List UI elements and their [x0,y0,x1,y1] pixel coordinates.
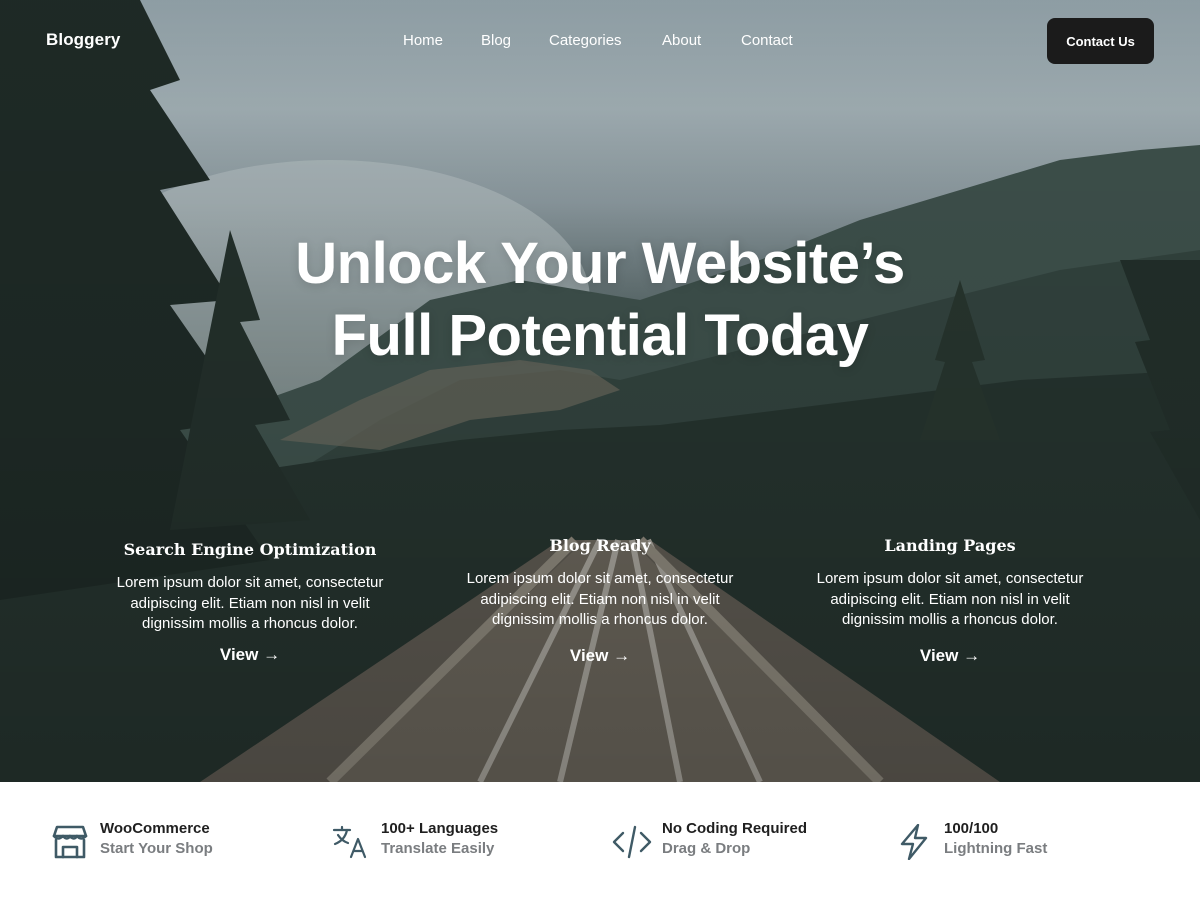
nav-item-about[interactable]: About [662,32,701,49]
hero-title-line1: Unlock Your Website’s [295,231,905,296]
feature-description: Lorem ipsum dolor sit amet, consectetur … [466,570,734,628]
highlights-bar: WooCommerce Start Your Shop 100+ Languag… [0,782,1200,900]
main-nav: Home Blog Categories About Contact [0,32,1200,52]
highlight-subtitle: Translate Easily [381,840,495,857]
code-icon [612,825,652,859]
feature-card-blog-ready: Blog Ready Lorem ipsum dolor sit amet, c… [450,536,750,666]
highlight-title: 100/100 [944,820,999,837]
highlight-subtitle: Start Your Shop [100,840,213,857]
store-icon [52,825,88,859]
nav-item-blog[interactable]: Blog [481,32,511,49]
highlight-subtitle: Drag & Drop [662,840,751,857]
view-link[interactable]: View → [220,645,280,665]
contact-us-button[interactable]: Contact Us [1047,18,1154,64]
feature-description: Lorem ipsum dolor sit amet, consectetur … [816,570,1084,628]
translate-icon [332,825,367,859]
feature-card-landing-pages: Landing Pages Lorem ipsum dolor sit amet… [800,536,1100,666]
nav-item-contact[interactable]: Contact [741,32,793,49]
highlight-title: 100+ Languages [381,820,499,837]
lightning-icon [900,824,928,860]
feature-title: Search Engine Optimization [123,540,377,559]
hero-title-line2: Full Potential Today [331,303,869,368]
feature-description: Lorem ipsum dolor sit amet, consectetur … [116,574,384,632]
view-link[interactable]: View → [570,646,630,666]
nav-item-categories[interactable]: Categories [549,32,622,49]
nav-item-home[interactable]: Home [403,32,443,49]
feature-title: Landing Pages [884,536,1016,555]
feature-card-seo: Search Engine Optimization Lorem ipsum d… [100,540,400,665]
site-header: Bloggery Home Blog Categories About Cont… [0,0,1200,84]
feature-title: Blog Ready [549,536,651,555]
highlight-title: WooCommerce [100,820,210,837]
hero-section: Bloggery Home Blog Categories About Cont… [0,0,1200,782]
hero-title: Unlock Your Website’s Full Potential Tod… [0,228,1200,372]
highlight-subtitle: Lightning Fast [944,840,1048,857]
highlight-title: No Coding Required [662,820,807,837]
view-link[interactable]: View → [920,646,980,666]
